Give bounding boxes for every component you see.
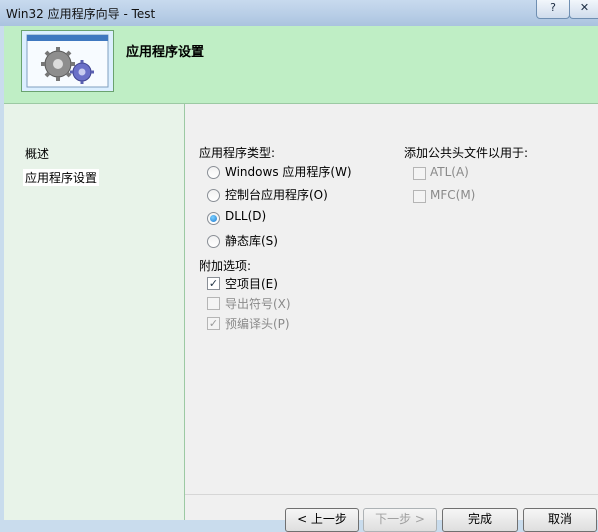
settings-pane: 应用程序类型: Windows 应用程序(W) 控制台应用程序(O) DLL(D… [185,104,598,532]
radio-dll-label[interactable]: DLL(D) [225,209,266,223]
cancel-button[interactable]: 取消 [523,508,597,532]
headers-label: 添加公共头文件以用于: [404,146,529,160]
checkbox-export-symbols-label: 导出符号(X) [225,297,291,311]
radio-windows-app-label[interactable]: Windows 应用程序(W) [225,163,352,180]
help-button[interactable]: ? [536,0,570,19]
checkbox-mfc [413,190,426,203]
checkbox-empty-project[interactable]: ✓ [207,277,220,290]
radio-static-lib[interactable] [207,235,220,248]
divider [185,494,598,495]
checkbox-precompiled-header: ✓ [207,317,220,330]
checkbox-precompiled-header-label: 预编译头(P) [225,317,290,331]
nav-item-app-settings[interactable]: 应用程序设置 [23,169,100,186]
checkbox-export-symbols [207,297,220,310]
nav-item-overview[interactable]: 概述 [25,145,49,162]
radio-dll[interactable] [207,212,220,225]
wizard-header: 应用程序设置 [4,26,598,104]
title-bar: Win32 应用程序向导 - Test ? ✕ [0,0,598,26]
checkbox-empty-project-label[interactable]: 空项目(E) [225,275,278,292]
next-button: 下一步 > [363,508,437,532]
finish-button[interactable]: 完成 [442,508,518,532]
gears-icon [21,30,114,92]
checkbox-atl-label: ATL(A) [430,165,469,179]
wizard-client: 应用程序设置 概述 应用程序设置 应用程序类型: Windows 应用程序(W)… [4,26,598,532]
close-button[interactable]: ✕ [569,0,598,19]
page-title: 应用程序设置 [126,45,205,60]
checkbox-mfc-label: MFC(M) [430,188,476,202]
radio-console-app-label[interactable]: 控制台应用程序(O) [225,186,328,203]
radio-static-lib-label[interactable]: 静态库(S) [225,232,278,249]
window-title: Win32 应用程序向导 - Test [6,7,156,21]
nav-pane: 概述 应用程序设置 [4,104,185,520]
extra-options-label: 附加选项: [199,259,252,273]
checkbox-atl [413,167,426,180]
radio-windows-app[interactable] [207,166,220,179]
radio-console-app[interactable] [207,189,220,202]
prev-button[interactable]: < 上一步 [285,508,359,532]
app-type-label: 应用程序类型: [199,146,276,160]
